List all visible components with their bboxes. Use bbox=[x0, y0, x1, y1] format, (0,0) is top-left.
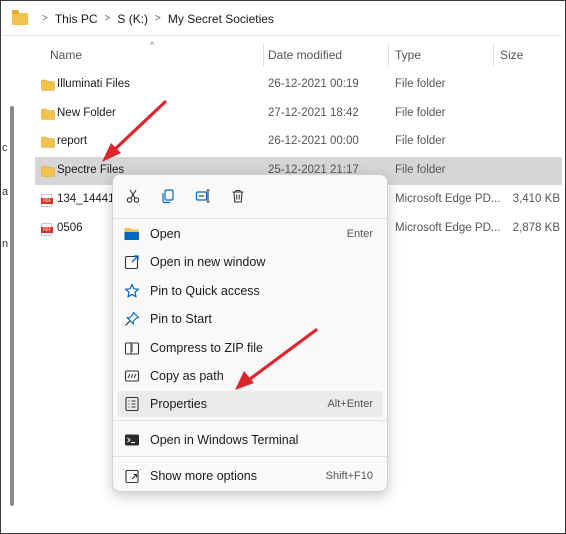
column-header-type[interactable]: Type bbox=[395, 48, 421, 62]
file-name: 0506 bbox=[57, 222, 83, 234]
rename-button[interactable] bbox=[191, 185, 215, 207]
column-header-size[interactable]: Size bbox=[500, 48, 523, 62]
nav-label-fragment: c bbox=[2, 142, 8, 154]
file-row[interactable]: New Folder 27-12-2021 18:42 File folder bbox=[35, 100, 562, 128]
menu-item-show-more-options[interactable]: Show more options Shift+F10 bbox=[117, 463, 383, 489]
copy-button[interactable] bbox=[156, 185, 180, 207]
file-row[interactable]: report 26-12-2021 00:00 File folder bbox=[35, 128, 562, 156]
menu-item-shortcut: Shift+F10 bbox=[325, 470, 373, 482]
navigation-pane: c a n bbox=[2, 38, 20, 532]
menu-separator bbox=[113, 456, 387, 457]
chevron-right-icon: > bbox=[155, 13, 161, 24]
column-header-name[interactable]: Name bbox=[50, 48, 82, 62]
menu-item-label: Show more options bbox=[150, 469, 258, 483]
file-date-modified: 26-12-2021 00:00 bbox=[268, 135, 359, 147]
menu-item-open[interactable]: Open Enter bbox=[117, 221, 383, 247]
file-name: New Folder bbox=[57, 107, 116, 119]
star-icon bbox=[124, 283, 140, 299]
menu-separator bbox=[113, 218, 387, 219]
menu-item-label: Open in new window bbox=[150, 255, 266, 269]
menu-item-shortcut: Alt+Enter bbox=[327, 398, 373, 410]
pdf-icon bbox=[41, 223, 53, 239]
menu-item-label: Properties bbox=[150, 397, 207, 411]
breadcrumb: > This PC > S (K:) > My Secret Societies bbox=[42, 12, 274, 26]
nav-label-fragment: a bbox=[2, 186, 9, 198]
column-divider[interactable] bbox=[263, 44, 264, 66]
menu-item-label: Pin to Start bbox=[150, 312, 212, 326]
column-divider[interactable] bbox=[388, 44, 389, 66]
folder-icon bbox=[41, 79, 55, 94]
zip-icon bbox=[124, 340, 140, 356]
column-header-date[interactable]: Date modified bbox=[268, 48, 342, 62]
menu-item-label: Pin to Quick access bbox=[150, 284, 260, 298]
menu-item-open-in-windows-terminal[interactable]: Open in Windows Terminal bbox=[117, 427, 383, 453]
folder-open-icon bbox=[124, 226, 140, 242]
context-menu: Open Enter Open in new window Pin to Quick … bbox=[112, 174, 388, 492]
breadcrumb-item-this-pc[interactable]: This PC bbox=[55, 12, 98, 26]
file-type: File folder bbox=[395, 107, 446, 119]
menu-separator bbox=[113, 420, 387, 421]
nav-scrollbar[interactable] bbox=[10, 106, 14, 506]
column-divider[interactable] bbox=[493, 44, 494, 66]
more-options-icon bbox=[124, 468, 140, 484]
file-date-modified: 27-12-2021 18:42 bbox=[268, 107, 359, 119]
menu-item-label: Copy as path bbox=[150, 369, 224, 383]
folder-icon bbox=[41, 136, 55, 151]
cut-icon bbox=[126, 189, 140, 203]
address-bar[interactable]: > This PC > S (K:) > My Secret Societies bbox=[2, 2, 562, 36]
menu-item-label: Open bbox=[150, 227, 181, 241]
delete-button[interactable] bbox=[226, 185, 250, 207]
nav-label-fragment: n bbox=[2, 238, 9, 250]
menu-item-label: Open in Windows Terminal bbox=[150, 433, 299, 447]
rename-icon bbox=[195, 189, 210, 203]
folder-icon bbox=[41, 108, 55, 123]
folder-icon bbox=[12, 9, 28, 25]
cut-button[interactable] bbox=[121, 185, 145, 207]
chevron-right-icon: > bbox=[42, 13, 48, 24]
properties-icon bbox=[124, 396, 140, 412]
file-row[interactable]: Illuminati Files 26-12-2021 00:19 File fol… bbox=[35, 71, 562, 99]
menu-item-label: Compress to ZIP file bbox=[150, 341, 264, 355]
sort-ascending-icon: ^ bbox=[150, 40, 155, 50]
copy-icon bbox=[162, 189, 174, 204]
file-size: 3,410 KB bbox=[512, 193, 560, 205]
column-headers: ^ Name Date modified Type Size bbox=[38, 40, 562, 70]
breadcrumb-item-drive[interactable]: S (K:) bbox=[117, 12, 148, 26]
new-window-icon bbox=[124, 254, 140, 270]
file-date-modified: 26-12-2021 00:19 bbox=[268, 78, 359, 90]
menu-item-pin-to-start[interactable]: Pin to Start bbox=[117, 306, 383, 332]
menu-item-open-in-new-window[interactable]: Open in new window bbox=[117, 249, 383, 275]
menu-item-shortcut: Enter bbox=[346, 228, 373, 240]
breadcrumb-item-folder[interactable]: My Secret Societies bbox=[168, 12, 274, 26]
menu-item-pin-to-quick-access[interactable]: Pin to Quick access bbox=[117, 278, 383, 304]
menu-item-copy-as-path[interactable]: Copy as path bbox=[117, 363, 383, 389]
file-type: File folder bbox=[395, 135, 446, 147]
file-size: 2,878 KB bbox=[512, 222, 560, 234]
file-name: report bbox=[57, 135, 88, 147]
delete-icon bbox=[232, 189, 244, 203]
chevron-right-icon: > bbox=[104, 13, 111, 24]
terminal-icon bbox=[124, 432, 140, 448]
file-type: Microsoft Edge PD... bbox=[395, 193, 501, 205]
pdf-icon bbox=[41, 194, 53, 210]
copy-path-icon bbox=[124, 368, 140, 384]
file-name: Illuminati Files bbox=[57, 78, 130, 90]
file-type: File folder bbox=[395, 78, 446, 90]
folder-icon bbox=[41, 165, 55, 180]
pin-icon bbox=[124, 311, 140, 327]
file-type: File folder bbox=[395, 164, 446, 176]
file-type: Microsoft Edge PD... bbox=[395, 222, 501, 234]
menu-item-properties[interactable]: Properties Alt+Enter bbox=[117, 391, 383, 417]
menu-item-compress-to-zip-file[interactable]: Compress to ZIP file bbox=[117, 335, 383, 361]
quick-actions-bar bbox=[113, 175, 387, 217]
